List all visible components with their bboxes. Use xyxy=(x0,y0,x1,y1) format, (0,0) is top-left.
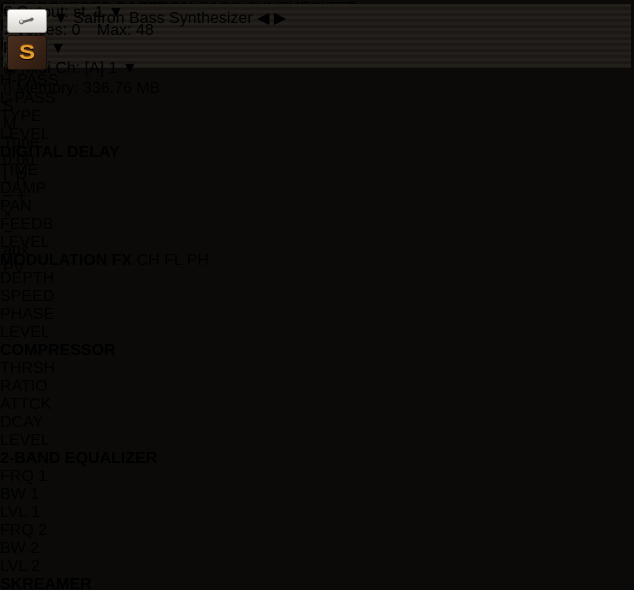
pv-button[interactable]: PV xyxy=(3,260,631,278)
section-title: 2-BAND EQUALIZER xyxy=(0,450,158,467)
section-skreamer: SKREAMER TONEDRIVEBASSBRGHTCLNLEVEL xyxy=(0,576,634,590)
instrument-header: S ▼ Saffron Bass Synthesizer ◀ ▶ € Outpu… xyxy=(3,4,631,277)
knob-bw-2[interactable]: BW 2 xyxy=(0,540,634,558)
edit-wrench-button[interactable] xyxy=(7,9,47,33)
section-compressor: COMPRESSOR THRSH RATIO ATTCK DCAY LEVEL xyxy=(0,342,634,450)
instrument-title-bar[interactable]: ▼ Saffron Bass Synthesizer ◀ ▶ xyxy=(53,8,401,31)
aux-button[interactable]: aux xyxy=(3,242,631,260)
knob-thrsh[interactable]: THRSH xyxy=(0,360,634,378)
tune-value[interactable]: 0.00 xyxy=(3,152,631,170)
purge-dropdown-icon[interactable]: ▼ xyxy=(50,40,66,57)
section-equalizer: 2-BAND EQUALIZER FRQ 1 BW 1 LVL 1 FRQ 2 BW 2… xyxy=(0,450,634,576)
mute-button[interactable]: M xyxy=(3,116,631,134)
midi-value: [A] 1 xyxy=(84,60,118,77)
memory-value: 336.76 MB xyxy=(82,80,161,97)
pan-right-label: R xyxy=(15,170,28,187)
volume-minus-label: − xyxy=(3,188,13,205)
next-instrument-arrow-icon[interactable]: ▶ xyxy=(274,10,286,27)
minimize-instrument-icon[interactable]: − xyxy=(3,224,631,242)
knob-lvl-2[interactable]: LVL 2 xyxy=(0,558,634,576)
section-header: 2-BAND EQUALIZER xyxy=(0,450,634,468)
knob-dcay[interactable]: DCAY xyxy=(0,414,634,432)
purge-menu[interactable]: Purge ▼ xyxy=(3,40,631,58)
section-header: COMPRESSOR xyxy=(0,342,634,360)
wrench-icon xyxy=(19,17,34,25)
knob-phase[interactable]: PHASE xyxy=(0,306,634,324)
section-header: SKREAMER xyxy=(0,576,634,590)
memory-label: Memory: xyxy=(16,80,79,97)
section-title: SKREAMER xyxy=(0,576,92,590)
tune-label: Tune xyxy=(3,134,39,151)
memory-readout: ▯ Memory: 336.76 MB xyxy=(3,78,631,98)
midi-dropdown-icon[interactable]: ▼ xyxy=(122,60,138,77)
collapse-caret-icon[interactable]: ▼ xyxy=(53,10,69,27)
solo-button[interactable]: S xyxy=(3,98,631,116)
instrument-title: Saffron Bass Synthesizer xyxy=(73,10,253,27)
logo-letter: S xyxy=(18,40,35,64)
knob-ratio[interactable]: RATIO xyxy=(0,378,634,396)
knob-lvl-1[interactable]: LVL 1 xyxy=(0,504,634,522)
knob-speed[interactable]: SPEED xyxy=(0,288,634,306)
volume-plus-label: + xyxy=(16,188,27,205)
knob-bw-1[interactable]: BW 1 xyxy=(0,486,634,504)
knob-frq-2[interactable]: FRQ 2 xyxy=(0,522,634,540)
knob-compressor-level[interactable]: LEVEL xyxy=(0,432,634,450)
midi-channel-selector[interactable]: ◉ Midi Ch: [A] 1 ▼ xyxy=(3,58,631,78)
pan-slider[interactable]: L R xyxy=(3,170,631,188)
memory-icon: ▯ xyxy=(3,80,12,97)
knob-frq-1[interactable]: FRQ 1 xyxy=(0,468,634,486)
prev-instrument-arrow-icon[interactable]: ◀ xyxy=(257,10,269,27)
pan-left-label: L xyxy=(3,170,12,187)
knob-modfx-level[interactable]: LEVEL xyxy=(0,324,634,342)
knob-attck[interactable]: ATTCK xyxy=(0,396,634,414)
saffron-logo-badge: S xyxy=(7,35,47,70)
volume-slider[interactable]: − + xyxy=(3,188,631,206)
section-title: COMPRESSOR xyxy=(0,342,116,359)
kontakt-instrument-window: S ▼ Saffron Bass Synthesizer ◀ ▶ € Outpu… xyxy=(0,0,634,590)
remove-instrument-icon[interactable]: × xyxy=(3,206,631,224)
